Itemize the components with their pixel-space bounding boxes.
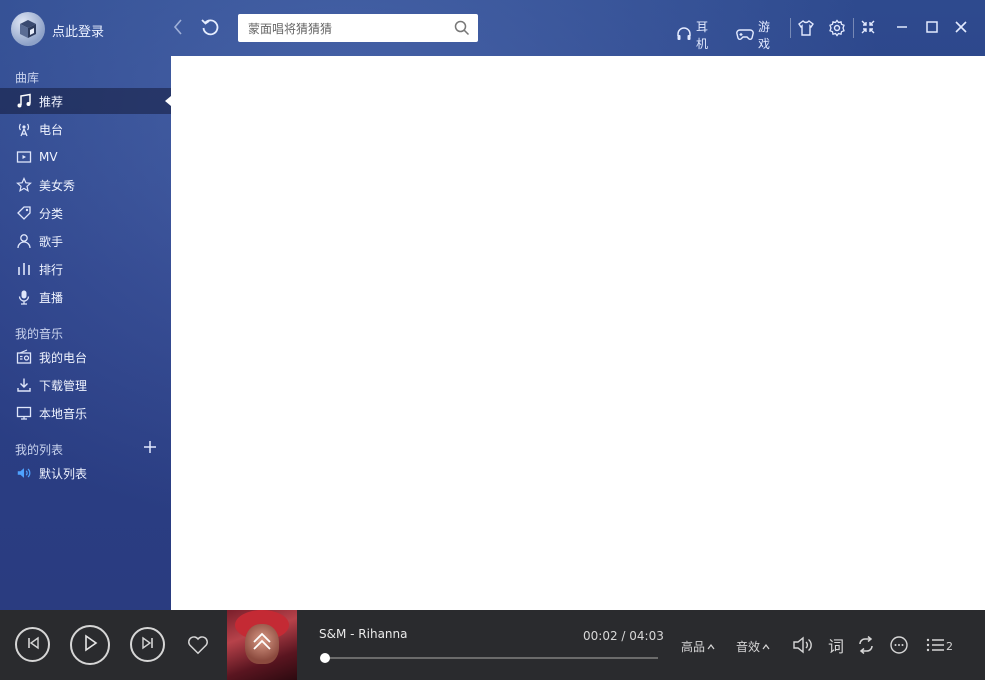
- user-icon: [16, 233, 32, 249]
- effect-label: 音效: [736, 640, 761, 654]
- previous-icon: [26, 635, 40, 654]
- sidebar-item-label: 下载管理: [39, 378, 88, 393]
- download-icon: [16, 377, 32, 393]
- app-logo-icon[interactable]: [11, 12, 45, 46]
- my-music-section-title: 我的音乐: [15, 327, 64, 341]
- sidebar-item-beauty-show[interactable]: 美女秀: [0, 172, 171, 198]
- sidebar-item-category[interactable]: 分类: [0, 200, 171, 226]
- progress-bar[interactable]: [319, 653, 658, 663]
- next-icon: [141, 635, 155, 654]
- sidebar-item-label: 本地音乐: [39, 406, 88, 421]
- monitor-icon: [16, 405, 32, 421]
- sidebar-item-recommend[interactable]: 推荐: [0, 88, 171, 114]
- sidebar-item-label: 我的电台: [39, 350, 88, 365]
- sidebar-item-label: 默认列表: [39, 466, 88, 481]
- my-list-section-title: 我的列表: [15, 443, 64, 457]
- sidebar-item-label: 歌手: [39, 234, 64, 249]
- search-box: [238, 14, 478, 42]
- sound-effect-button[interactable]: 音效: [736, 638, 770, 655]
- play-button[interactable]: [70, 625, 110, 665]
- repeat-icon[interactable]: [855, 634, 877, 656]
- back-icon[interactable]: [167, 16, 189, 38]
- sidebar-item-singer[interactable]: 歌手: [0, 228, 171, 254]
- volume-icon[interactable]: [792, 634, 814, 656]
- progress-knob[interactable]: [319, 653, 330, 663]
- sidebar-item-local-music[interactable]: 本地音乐: [0, 400, 171, 426]
- library-section-title: 曲库: [15, 71, 40, 85]
- headphone-button[interactable]: 耳机: [676, 18, 708, 52]
- headphone-label: 耳机: [696, 20, 709, 51]
- game-label: 游戏: [758, 20, 771, 51]
- quality-label: 高品: [681, 640, 706, 654]
- sidebar-item-label: 直播: [39, 290, 64, 305]
- sidebar-item-my-radio[interactable]: 我的电台: [0, 344, 171, 370]
- gamepad-icon: [736, 26, 754, 45]
- album-cover[interactable]: [227, 610, 297, 680]
- chevron-up-icon: [707, 640, 715, 654]
- chevron-up-icon: [762, 640, 770, 654]
- heart-icon[interactable]: [187, 634, 209, 656]
- sidebar-item-label: 电台: [39, 122, 64, 137]
- maximize-icon[interactable]: [925, 20, 939, 34]
- player-bar: S&M - Rihanna 00:02 / 04:03 高品 音效 词 2: [0, 610, 985, 680]
- sidebar-item-downloads[interactable]: 下载管理: [0, 372, 171, 398]
- sidebar-item-default-list[interactable]: 默认列表: [0, 460, 171, 486]
- song-title: S&M - Rihanna: [319, 627, 408, 641]
- radio-icon: [16, 349, 32, 365]
- search-icon[interactable]: [454, 20, 470, 40]
- bars-icon: [16, 261, 32, 277]
- login-link[interactable]: 点此登录: [52, 21, 104, 40]
- speaker-icon: [16, 465, 32, 481]
- radio-antenna-icon: [16, 121, 32, 137]
- more-options-icon[interactable]: [888, 634, 910, 656]
- titlebar-divider-2: [853, 18, 854, 38]
- sidebar-item-ranking[interactable]: 排行: [0, 256, 171, 282]
- sidebar-item-label: 排行: [39, 262, 64, 277]
- headphone-icon: [676, 26, 692, 45]
- skin-icon[interactable]: [797, 19, 815, 37]
- expand-up-icon[interactable]: [249, 628, 275, 654]
- sidebar-item-radio[interactable]: 电台: [0, 116, 171, 142]
- sidebar-item-label: 推荐: [39, 94, 64, 109]
- close-icon[interactable]: [954, 20, 968, 34]
- tag-icon: [16, 205, 32, 221]
- sidebar-item-label: MV: [39, 150, 58, 164]
- sidebar-item-label: 美女秀: [39, 178, 76, 193]
- mini-mode-icon[interactable]: [860, 19, 876, 35]
- minimize-icon[interactable]: [895, 20, 909, 34]
- game-button[interactable]: 游戏: [736, 18, 770, 52]
- sidebar-item-live[interactable]: 直播: [0, 284, 171, 310]
- microphone-icon: [16, 289, 32, 305]
- time-display: 00:02 / 04:03: [583, 629, 664, 643]
- music-note-icon: [16, 93, 32, 109]
- playlist-count: 2: [946, 640, 953, 653]
- quality-button[interactable]: 高品: [681, 638, 715, 655]
- title-bar: 点此登录 耳机 游戏: [0, 0, 985, 56]
- refresh-icon[interactable]: [199, 16, 221, 38]
- video-icon: [16, 149, 32, 165]
- play-icon: [82, 634, 98, 656]
- sidebar: 曲库 推荐 电台 MV 美女秀 分类 歌手 排行 直播 我的音乐 我的电台 下载…: [0, 56, 171, 610]
- settings-gear-icon[interactable]: [828, 19, 846, 37]
- sidebar-item-mv[interactable]: MV: [0, 144, 171, 170]
- star-icon: [16, 177, 32, 193]
- titlebar-divider: [790, 18, 791, 38]
- add-list-icon[interactable]: [143, 439, 157, 453]
- lyrics-button[interactable]: 词: [825, 634, 847, 656]
- playlist-icon[interactable]: [925, 634, 947, 656]
- main-content-area: [171, 56, 985, 610]
- next-track-button[interactable]: [130, 627, 165, 662]
- previous-track-button[interactable]: [15, 627, 50, 662]
- sidebar-item-label: 分类: [39, 206, 64, 221]
- search-input[interactable]: [246, 19, 450, 39]
